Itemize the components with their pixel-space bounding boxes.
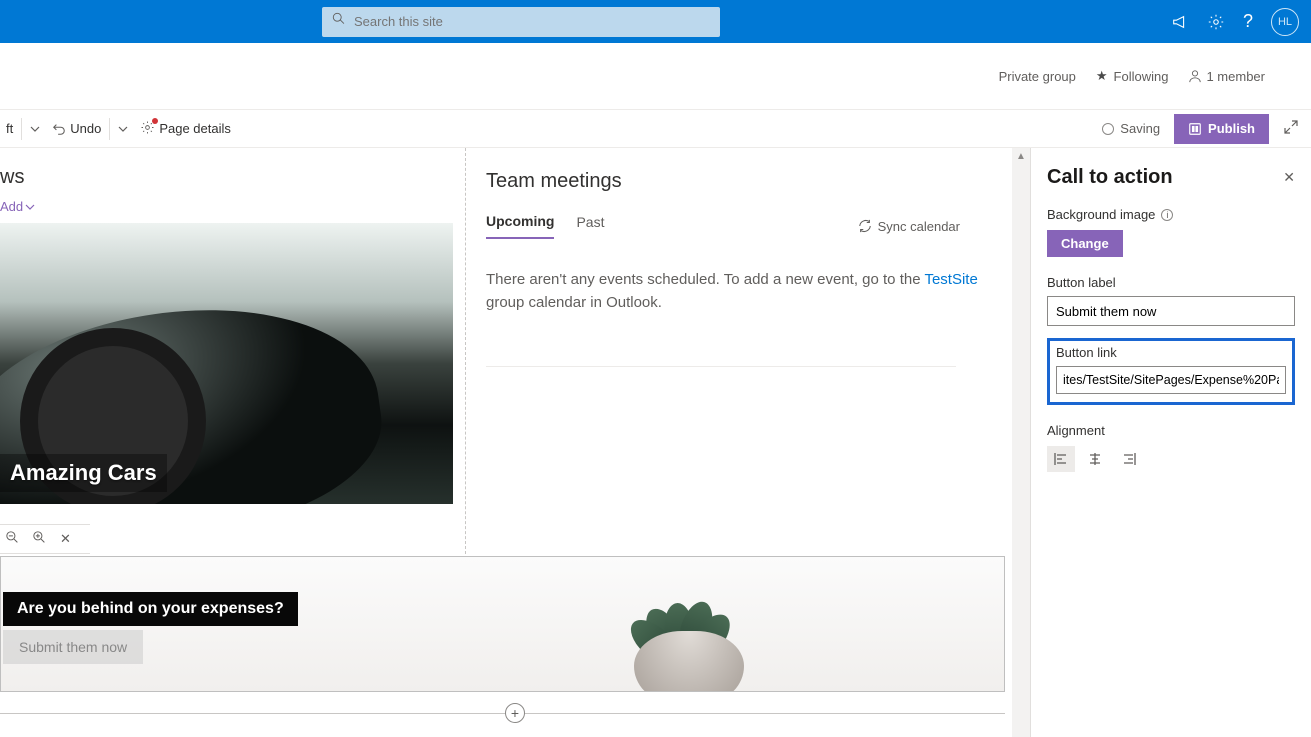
page-canvas: ws Add Amazing Cars ✕ [0,148,1030,737]
info-icon[interactable]: i [1161,209,1173,221]
button-link-group-highlight: Button link [1047,338,1295,405]
following-toggle[interactable]: ★ Following [1096,68,1169,84]
align-left-button[interactable] [1047,446,1075,472]
alignment-label: Alignment [1047,423,1295,438]
chevron-down-icon [25,202,35,212]
news-add-button[interactable]: Add [0,199,465,214]
tab-past[interactable]: Past [576,214,604,238]
privacy-label: Private group [999,69,1076,84]
gear-icon [140,120,155,138]
news-title: ws [0,166,465,189]
avatar-initials: HL [1278,16,1292,28]
align-center-button[interactable] [1081,446,1109,472]
plant-image [594,561,794,692]
draft-chevron[interactable] [24,110,46,147]
publish-button[interactable]: Publish [1174,114,1269,144]
panel-close-button[interactable]: ✕ [1283,169,1295,186]
sync-icon [858,219,872,233]
undo-button[interactable]: Undo [46,110,107,147]
expand-icon[interactable] [1283,119,1299,138]
news-hero-image[interactable]: Amazing Cars [0,223,453,504]
saving-indicator: Saving [1102,121,1160,136]
events-empty-message: There aren't any events scheduled. To ad… [486,269,986,314]
close-icon[interactable]: ✕ [60,531,71,547]
cta-button[interactable]: Submit them now [3,630,143,664]
suite-bar: ? HL [0,0,1311,43]
undo-chevron[interactable] [112,110,134,147]
search-icon [332,12,346,31]
save-draft-button[interactable]: ft [0,110,19,147]
members-count: 1 member [1206,69,1265,84]
chevron-down-icon [30,124,40,134]
panel-title: Call to action [1047,166,1173,189]
settings-icon[interactable] [1207,13,1225,31]
following-label: Following [1114,69,1169,84]
property-panel: Call to action ✕ Background image i Chan… [1030,148,1311,737]
members-link[interactable]: 1 member [1188,69,1265,84]
add-section-row: + [0,702,1030,724]
undo-icon [52,122,66,136]
user-avatar[interactable]: HL [1271,8,1299,36]
cta-webpart[interactable]: Are you behind on your expenses? Submit … [0,556,1005,692]
divider [486,366,956,367]
scroll-up-icon[interactable]: ▲ [1012,148,1030,164]
command-bar: ft Undo Page details Saving Publish [0,110,1311,148]
page-details-button[interactable]: Page details [134,110,237,147]
star-icon: ★ [1096,68,1108,84]
sync-calendar-button[interactable]: Sync calendar [858,219,960,234]
align-right-button[interactable] [1115,446,1143,472]
tab-upcoming[interactable]: Upcoming [486,213,554,239]
webpart-inline-toolbar: ✕ [0,524,90,554]
events-title: Team meetings [486,170,1030,193]
search-box[interactable] [322,7,720,37]
button-link-label: Button link [1056,345,1286,360]
events-webpart: Team meetings Upcoming Past Sync calenda… [466,148,1030,554]
zoom-in-icon[interactable] [33,531,46,547]
chevron-down-icon [118,124,128,134]
suite-bar-right: ? HL [1171,8,1299,36]
publish-icon [1188,122,1202,136]
search-input[interactable] [354,14,710,29]
alignment-group [1047,446,1295,472]
change-image-button[interactable]: Change [1047,230,1123,257]
person-icon [1188,69,1202,83]
cta-heading: Are you behind on your expenses? [3,592,298,626]
help-icon[interactable]: ? [1243,11,1253,32]
button-label-label: Button label [1047,275,1295,290]
button-link-input[interactable] [1056,366,1286,394]
megaphone-icon[interactable] [1171,13,1189,31]
button-label-input[interactable] [1047,296,1295,326]
spinner-icon [1102,123,1114,135]
canvas-scrollbar[interactable]: ▲ [1012,148,1030,737]
news-hero-caption: Amazing Cars [0,454,167,492]
news-webpart: ws Add Amazing Cars ✕ [0,148,466,554]
background-image-label: Background image i [1047,207,1295,222]
testsite-link[interactable]: TestSite [924,271,977,288]
site-header: Private group ★ Following 1 member [0,43,1311,110]
zoom-out-icon[interactable] [6,531,19,547]
add-section-button[interactable]: + [505,703,525,723]
